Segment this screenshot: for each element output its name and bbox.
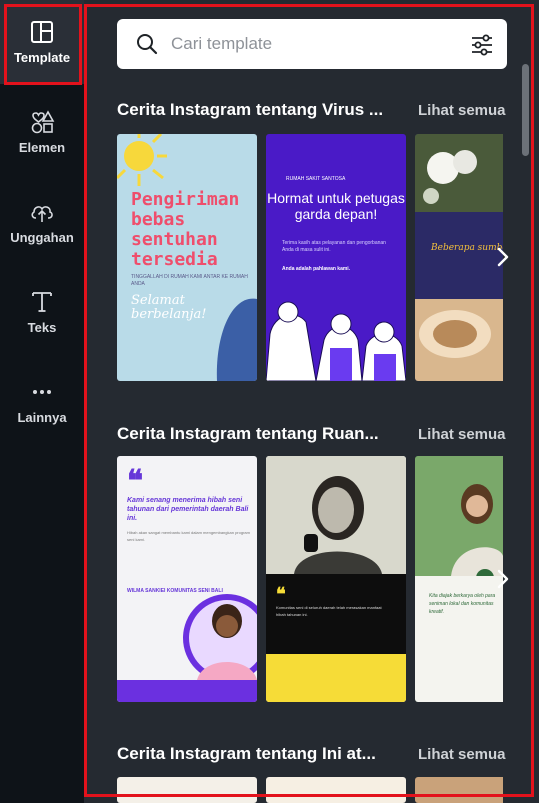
section-title: Cerita Instagram tentang Ruan... (117, 424, 379, 443)
search-icon (137, 34, 158, 55)
template-card[interactable]: ❝ Komunitas seni di seluruh daerah telah… (266, 456, 406, 702)
rail-item-elements[interactable]: Elemen (0, 90, 84, 174)
card-script-text: Selamat berbelanja! (131, 293, 207, 322)
text-icon (32, 292, 52, 312)
template-card[interactable]: Kita diajak berkarya oleh para seniman l… (415, 456, 503, 702)
card-yellow-block (266, 654, 406, 702)
rail-item-label: Lainnya (17, 410, 67, 425)
template-card[interactable]: RUMAH SAKIT SANTOSA Hormat untuk petugas… (266, 134, 406, 381)
elements-icon (31, 110, 55, 134)
see-all-link[interactable]: Lihat semua (418, 746, 506, 763)
upload-cloud-icon (31, 206, 53, 222)
rail-item-label: Teks (27, 320, 57, 335)
template-card[interactable]: Beberapa sumber meringankan pikiran (415, 134, 503, 381)
see-all-link[interactable]: Lihat semua (418, 426, 506, 443)
highlight-box (4, 4, 82, 85)
rail-item-uploads[interactable]: Unggahan (0, 180, 84, 264)
more-icon (33, 390, 51, 394)
flower-photo (415, 134, 503, 381)
chevron-right-icon[interactable] (492, 568, 514, 590)
rail-item-more[interactable]: Lainnya (0, 360, 84, 444)
card-subtext: TINGGALLAH DI RUMAH KAMI ANTAR KE RUMAH … (131, 274, 248, 287)
card-paragraph: Kita diajak berkarya oleh para seniman l… (429, 593, 496, 615)
rail-item-label: Unggahan (10, 230, 74, 245)
health-workers-illustration (266, 301, 406, 381)
see-all-link[interactable]: Lihat semua (418, 102, 506, 119)
template-card[interactable]: ❝ Kami senang menerima hibah seni tahuna… (117, 456, 257, 702)
woman-portrait (183, 594, 257, 682)
filter-sliders-icon[interactable] (469, 32, 495, 58)
scrollbar-thumb[interactable] (522, 64, 529, 156)
template-card[interactable]: Pengiriman bebas sentuhan tersedia TINGG… (117, 134, 257, 381)
app: Template Elemen Unggahan Teks Lainnya Ca… (0, 0, 539, 803)
section-title: Cerita Instagram tentang Virus ... (117, 100, 384, 119)
template-card[interactable] (117, 777, 257, 803)
card-heading: Pengiriman bebas sentuhan tersedia (131, 189, 240, 270)
section-title: Cerita Instagram tentang Ini at... (117, 744, 376, 763)
card-footer-bar (117, 680, 257, 702)
template-card[interactable] (266, 777, 406, 803)
search-input[interactable] (171, 34, 451, 54)
quote-mark: ❝ (276, 584, 286, 604)
chevron-right-icon[interactable] (492, 246, 514, 268)
side-rail: Template Elemen Unggahan Teks Lainnya (0, 0, 84, 803)
template-card[interactable] (415, 777, 503, 803)
search-bar[interactable] (117, 19, 507, 69)
rail-item-label: Elemen (18, 140, 66, 155)
rail-item-text[interactable]: Teks (0, 270, 84, 354)
card-paragraph: Komunitas seni di seluruh daerah telah m… (276, 605, 382, 617)
